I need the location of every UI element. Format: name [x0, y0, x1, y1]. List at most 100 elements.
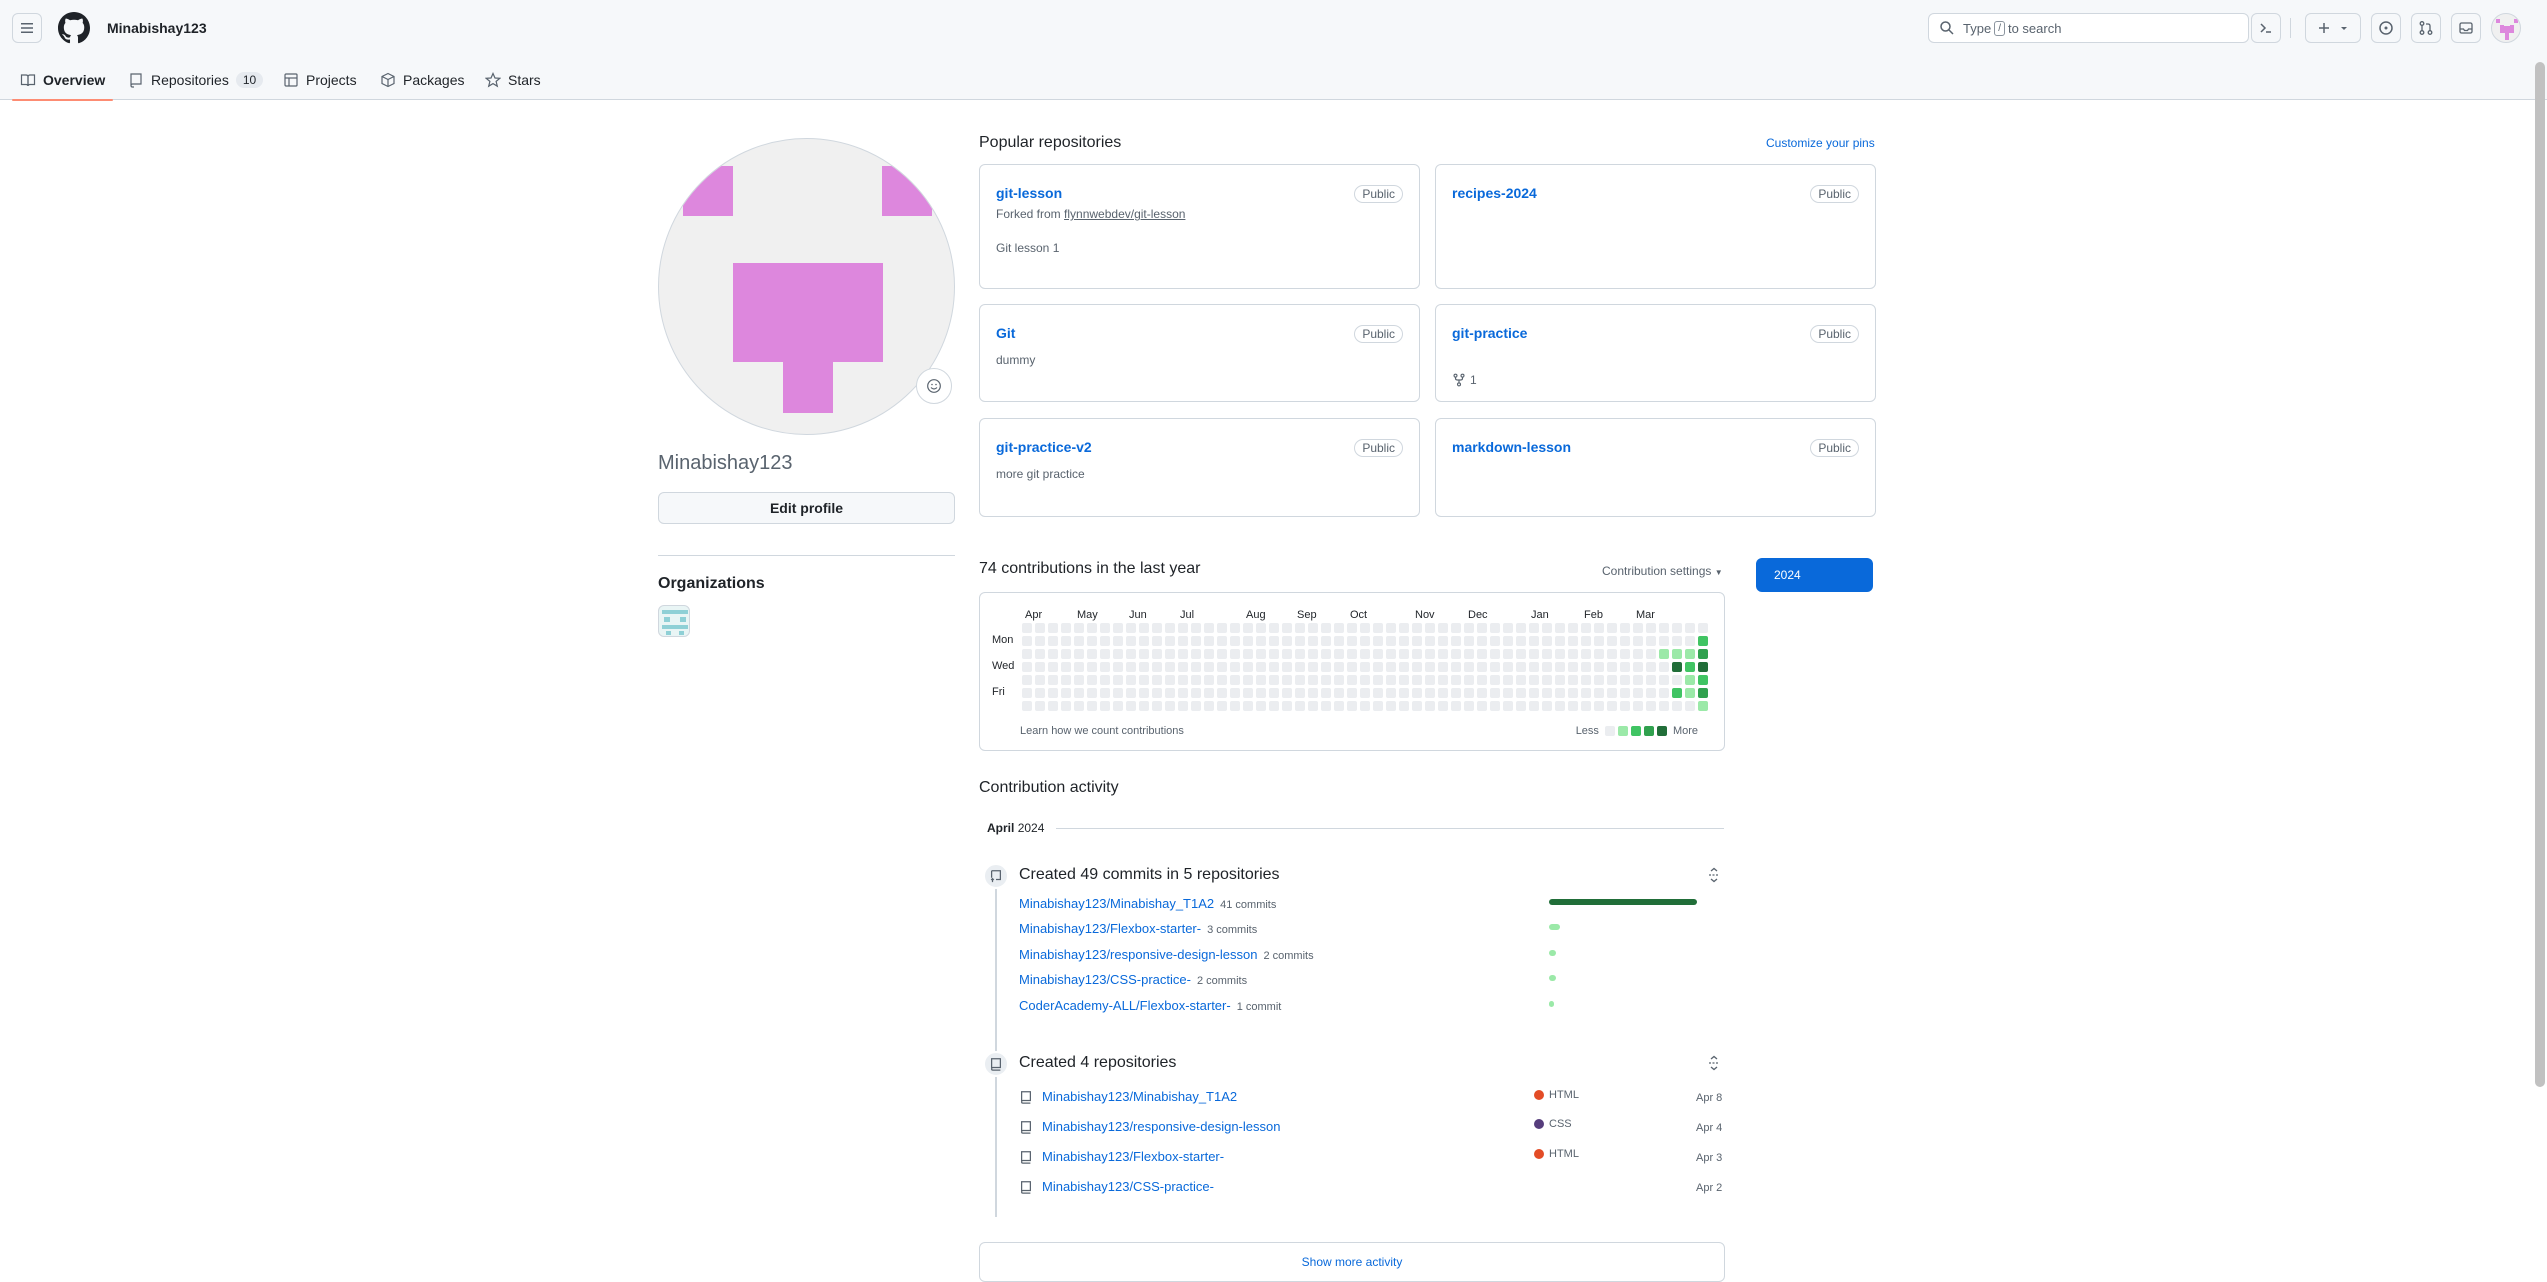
contribution-day-cell[interactable]: [1048, 701, 1058, 711]
contribution-day-cell[interactable]: [1581, 623, 1591, 633]
contribution-day-cell[interactable]: [1672, 688, 1682, 698]
contribution-day-cell[interactable]: [1295, 623, 1305, 633]
contribution-day-cell[interactable]: [1555, 675, 1565, 685]
contribution-day-cell[interactable]: [1516, 675, 1526, 685]
contribution-day-cell[interactable]: [1321, 662, 1331, 672]
contribution-day-cell[interactable]: [1490, 662, 1500, 672]
contribution-day-cell[interactable]: [1334, 649, 1344, 659]
contribution-day-cell[interactable]: [1555, 636, 1565, 646]
contribution-day-cell[interactable]: [1165, 623, 1175, 633]
contribution-day-cell[interactable]: [1672, 649, 1682, 659]
contribution-day-cell[interactable]: [1100, 662, 1110, 672]
contribution-day-cell[interactable]: [1412, 662, 1422, 672]
contribution-day-cell[interactable]: [1178, 675, 1188, 685]
contribution-day-cell[interactable]: [1568, 675, 1578, 685]
contribution-day-cell[interactable]: [1386, 688, 1396, 698]
contribution-day-cell[interactable]: [1516, 688, 1526, 698]
contribution-day-cell[interactable]: [1698, 649, 1708, 659]
contribution-day-cell[interactable]: [1633, 701, 1643, 711]
contribution-day-cell[interactable]: [1061, 688, 1071, 698]
inbox-button[interactable]: [2451, 13, 2481, 43]
contribution-day-cell[interactable]: [1282, 623, 1292, 633]
contribution-day-cell[interactable]: [1451, 623, 1461, 633]
contribution-day-cell[interactable]: [1022, 662, 1032, 672]
contribution-day-cell[interactable]: [1568, 662, 1578, 672]
contribution-day-cell[interactable]: [1464, 649, 1474, 659]
contribution-day-cell[interactable]: [1698, 636, 1708, 646]
contribution-day-cell[interactable]: [1204, 623, 1214, 633]
contribution-day-cell[interactable]: [1386, 675, 1396, 685]
contribution-day-cell[interactable]: [1529, 662, 1539, 672]
contribution-day-cell[interactable]: [1061, 701, 1071, 711]
contribution-day-cell[interactable]: [1490, 636, 1500, 646]
page-scrollbar-thumb[interactable]: [2535, 62, 2545, 1087]
contribution-day-cell[interactable]: [1555, 623, 1565, 633]
contribution-day-cell[interactable]: [1620, 701, 1630, 711]
fork-count[interactable]: 1: [1452, 373, 1477, 387]
contribution-day-cell[interactable]: [1490, 701, 1500, 711]
contribution-day-cell[interactable]: [1113, 662, 1123, 672]
contribution-day-cell[interactable]: [1035, 636, 1045, 646]
contribution-day-cell[interactable]: [1256, 688, 1266, 698]
contribution-day-cell[interactable]: [1282, 636, 1292, 646]
contribution-day-cell[interactable]: [1048, 623, 1058, 633]
contribution-day-cell[interactable]: [1178, 636, 1188, 646]
contribution-day-cell[interactable]: [1048, 688, 1058, 698]
contribution-day-cell[interactable]: [1139, 688, 1149, 698]
contribution-day-cell[interactable]: [1152, 623, 1162, 633]
contribution-day-cell[interactable]: [1061, 649, 1071, 659]
contribution-day-cell[interactable]: [1204, 701, 1214, 711]
contribution-day-cell[interactable]: [1672, 675, 1682, 685]
commit-count-link[interactable]: 3 commits: [1207, 924, 1257, 936]
contribution-day-cell[interactable]: [1412, 701, 1422, 711]
contribution-day-cell[interactable]: [1503, 701, 1513, 711]
pinned-repo-link[interactable]: Git: [996, 325, 1015, 341]
pinned-repo-link[interactable]: recipes-2024: [1452, 185, 1537, 201]
contribution-day-cell[interactable]: [1373, 701, 1383, 711]
contribution-day-cell[interactable]: [1594, 688, 1604, 698]
contribution-day-cell[interactable]: [1685, 675, 1695, 685]
github-logo-icon[interactable]: [58, 12, 90, 44]
contribution-day-cell[interactable]: [1412, 636, 1422, 646]
contribution-day-cell[interactable]: [1165, 662, 1175, 672]
contribution-day-cell[interactable]: [1269, 636, 1279, 646]
pull-requests-button[interactable]: [2411, 13, 2441, 43]
contribution-day-cell[interactable]: [1594, 623, 1604, 633]
contribution-day-cell[interactable]: [1126, 623, 1136, 633]
contribution-day-cell[interactable]: [1126, 662, 1136, 672]
contribution-day-cell[interactable]: [1048, 675, 1058, 685]
contribution-day-cell[interactable]: [1191, 662, 1201, 672]
contribution-day-cell[interactable]: [1035, 701, 1045, 711]
contribution-day-cell[interactable]: [1347, 701, 1357, 711]
contribution-day-cell[interactable]: [1113, 688, 1123, 698]
contribution-day-cell[interactable]: [1490, 675, 1500, 685]
contribution-day-cell[interactable]: [1672, 662, 1682, 672]
contribution-day-cell[interactable]: [1230, 701, 1240, 711]
contribution-day-cell[interactable]: [1191, 649, 1201, 659]
contribution-day-cell[interactable]: [1152, 688, 1162, 698]
header-username[interactable]: Minabishay123: [107, 20, 207, 36]
contribution-day-cell[interactable]: [1152, 636, 1162, 646]
contribution-day-cell[interactable]: [1256, 649, 1266, 659]
contribution-day-cell[interactable]: [1542, 662, 1552, 672]
contribution-day-cell[interactable]: [1178, 623, 1188, 633]
contribution-day-cell[interactable]: [1373, 688, 1383, 698]
contribution-day-cell[interactable]: [1113, 675, 1123, 685]
contribution-day-cell[interactable]: [1113, 636, 1123, 646]
contribution-day-cell[interactable]: [1308, 623, 1318, 633]
contribution-day-cell[interactable]: [1360, 662, 1370, 672]
contribution-day-cell[interactable]: [1061, 623, 1071, 633]
contribution-day-cell[interactable]: [1633, 623, 1643, 633]
contribution-day-cell[interactable]: [1165, 649, 1175, 659]
contribution-day-cell[interactable]: [1035, 649, 1045, 659]
contribution-day-cell[interactable]: [1503, 688, 1513, 698]
contribution-day-cell[interactable]: [1347, 688, 1357, 698]
commit-count-link[interactable]: 41 commits: [1220, 899, 1276, 911]
contribution-day-cell[interactable]: [1555, 688, 1565, 698]
contribution-day-cell[interactable]: [1451, 701, 1461, 711]
contribution-day-cell[interactable]: [1334, 623, 1344, 633]
contribution-day-cell[interactable]: [1360, 649, 1370, 659]
contribution-day-cell[interactable]: [1529, 675, 1539, 685]
created-repo-link[interactable]: Minabishay123/Flexbox-starter-: [1042, 1149, 1224, 1164]
contribution-day-cell[interactable]: [1685, 636, 1695, 646]
